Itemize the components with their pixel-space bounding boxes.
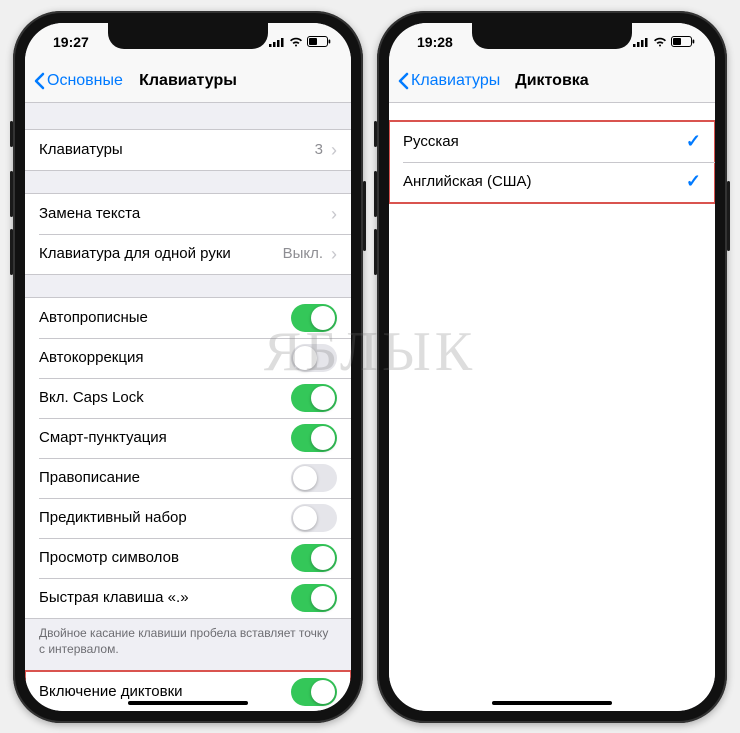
page-title: Клавиатуры: [139, 72, 237, 90]
group-text: Замена текста › Клавиатура для одной рук…: [25, 193, 351, 275]
group-dictation: Включение диктовки Диктовка ›: [25, 671, 351, 711]
group-toggles: Автопрописные Автокоррекция Вкл. Caps Lo…: [25, 297, 351, 619]
signal-icon: [269, 37, 285, 47]
row-spelling: Правописание: [25, 458, 351, 498]
back-button[interactable]: Основные: [33, 72, 123, 90]
row-value: Выкл.: [283, 245, 323, 262]
page-title: Диктовка: [515, 72, 588, 90]
toggle-predictive[interactable]: [291, 504, 337, 532]
chevron-right-icon: ›: [331, 245, 337, 263]
battery-icon: [307, 36, 331, 47]
row-one-hand-keyboard[interactable]: Клавиатура для одной руки Выкл. ›: [25, 234, 351, 274]
row-predictive: Предиктивный набор: [25, 498, 351, 538]
phone-right: 19:28 Клавиатуры Диктовка Русская ✓: [377, 11, 727, 723]
home-indicator[interactable]: [492, 701, 612, 705]
row-label: Смарт-пунктуация: [39, 429, 167, 446]
status-indicators: [269, 36, 331, 47]
row-label: Правописание: [39, 469, 140, 486]
settings-content[interactable]: Клавиатуры 3 › Замена текста › Клавиатур…: [25, 103, 351, 711]
row-label: Английская (США): [403, 173, 532, 190]
group-keyboards: Клавиатуры 3 ›: [25, 129, 351, 171]
row-label: Предиктивный набор: [39, 509, 187, 526]
row-label: Клавиатура для одной руки: [39, 245, 231, 262]
toggle-period-shortcut[interactable]: [291, 584, 337, 612]
row-period-shortcut: Быстрая клавиша «.»: [25, 578, 351, 618]
row-auto-caps: Автопрописные: [25, 298, 351, 338]
home-indicator[interactable]: [128, 701, 248, 705]
toggle-caps-lock[interactable]: [291, 384, 337, 412]
checkmark-icon: ✓: [686, 171, 701, 192]
screen-right: 19:28 Клавиатуры Диктовка Русская ✓: [389, 23, 715, 711]
status-indicators: [633, 36, 695, 47]
chevron-right-icon: ›: [331, 141, 337, 159]
row-lang-english-us[interactable]: Английская (США) ✓: [389, 162, 715, 202]
toggle-auto-caps[interactable]: [291, 304, 337, 332]
row-label: Русская: [403, 133, 459, 150]
footer-period: Двойное касание клавиши пробела вставляе…: [25, 619, 351, 657]
toggle-char-preview[interactable]: [291, 544, 337, 572]
row-label: Вкл. Caps Lock: [39, 389, 144, 406]
status-time: 19:27: [53, 34, 89, 50]
toggle-autocorrect[interactable]: [291, 344, 337, 372]
row-text-replacement[interactable]: Замена текста ›: [25, 194, 351, 234]
notch: [108, 23, 268, 49]
screen-left: 19:27 Основные Клавиатуры Клавиатуры 3: [25, 23, 351, 711]
chevron-left-icon: [397, 72, 409, 90]
wifi-icon: [289, 37, 303, 47]
row-keyboards[interactable]: Клавиатуры 3 ›: [25, 130, 351, 170]
toggle-spelling[interactable]: [291, 464, 337, 492]
chevron-left-icon: [33, 72, 45, 90]
row-char-preview: Просмотр символов: [25, 538, 351, 578]
row-label: Автопрописные: [39, 309, 148, 326]
chevron-right-icon: ›: [331, 205, 337, 223]
nav-bar: Основные Клавиатуры: [25, 61, 351, 103]
row-label: Замена текста: [39, 205, 140, 222]
row-value: 3: [315, 141, 323, 158]
checkmark-icon: ✓: [686, 131, 701, 152]
row-enable-dictation: Включение диктовки: [25, 672, 351, 711]
status-time: 19:28: [417, 34, 453, 50]
row-caps-lock: Вкл. Caps Lock: [25, 378, 351, 418]
group-languages: Русская ✓ Английская (США) ✓: [389, 121, 715, 203]
row-label: Включение диктовки: [39, 683, 183, 700]
signal-icon: [633, 37, 649, 47]
notch: [472, 23, 632, 49]
toggle-enable-dictation[interactable]: [291, 678, 337, 706]
row-lang-russian[interactable]: Русская ✓: [389, 122, 715, 162]
wifi-icon: [653, 37, 667, 47]
back-label: Основные: [47, 72, 123, 90]
phone-left: 19:27 Основные Клавиатуры Клавиатуры 3: [13, 11, 363, 723]
row-label: Автокоррекция: [39, 349, 143, 366]
back-button[interactable]: Клавиатуры: [397, 72, 500, 90]
row-label: Просмотр символов: [39, 549, 179, 566]
row-label: Клавиатуры: [39, 141, 123, 158]
row-label: Быстрая клавиша «.»: [39, 589, 189, 606]
row-smart-punct: Смарт-пунктуация: [25, 418, 351, 458]
row-autocorrect: Автокоррекция: [25, 338, 351, 378]
back-label: Клавиатуры: [411, 72, 500, 90]
nav-bar: Клавиатуры Диктовка: [389, 61, 715, 103]
battery-icon: [671, 36, 695, 47]
dictation-content[interactable]: Русская ✓ Английская (США) ✓: [389, 103, 715, 711]
toggle-smart-punct[interactable]: [291, 424, 337, 452]
